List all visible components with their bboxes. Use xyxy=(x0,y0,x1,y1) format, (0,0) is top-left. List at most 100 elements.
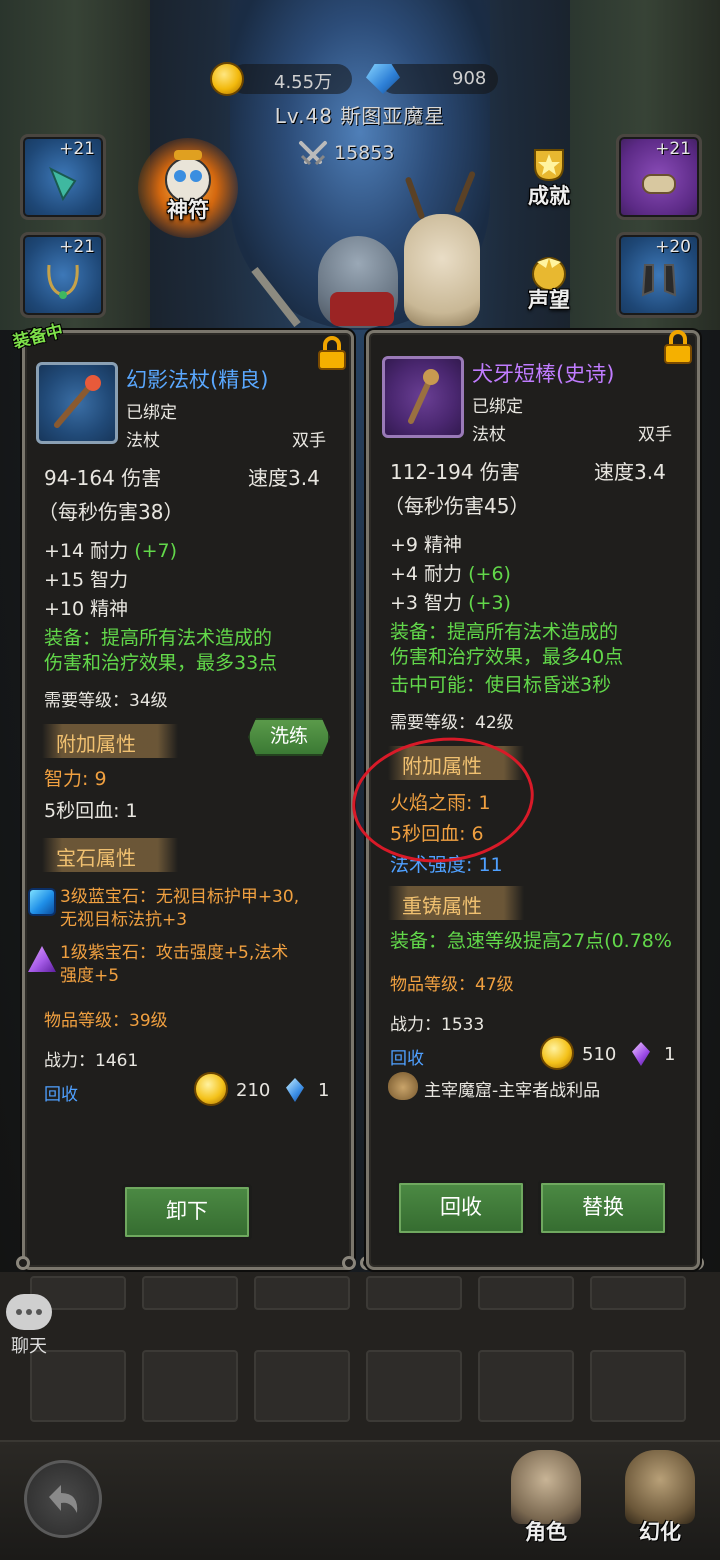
required-level: 需要等级：42级 xyxy=(390,713,514,733)
inventory-cell[interactable] xyxy=(478,1276,574,1310)
recycle-link[interactable]: 回收 xyxy=(390,1044,424,1069)
equip-effect-line: 伤害和治疗效果，最多40点 xyxy=(390,646,624,668)
illusion-icon xyxy=(625,1450,695,1524)
nav-character-label: 角色 xyxy=(525,1520,567,1544)
achievements-button[interactable]: 成就 xyxy=(514,144,584,210)
club-item-icon xyxy=(382,356,464,438)
item-power: 战力：1533 xyxy=(390,1015,485,1035)
lock-icon[interactable] xyxy=(664,330,692,364)
panel-corner xyxy=(16,1256,30,1270)
chat-button[interactable]: 聊天 xyxy=(4,1294,54,1364)
recycle-button[interactable]: 回收 xyxy=(396,1180,526,1236)
stat-spirit: +9 精神 xyxy=(390,534,463,556)
equip-slot-boots[interactable]: +20 xyxy=(616,232,702,318)
equip-slot-weapon[interactable]: +21 xyxy=(616,134,702,220)
nav-illusion-label: 幻化 xyxy=(639,1520,681,1544)
item-name: 犬牙短棒(史诗) xyxy=(472,362,615,386)
staff-icon xyxy=(54,375,101,428)
enhance-level: +21 xyxy=(59,237,95,257)
inventory-cell[interactable] xyxy=(478,1350,574,1422)
reroll-button[interactable]: 洗练 xyxy=(248,718,330,756)
gold-amount: 4.55万 xyxy=(274,72,333,93)
bound-status: 已绑定 xyxy=(472,397,523,417)
extra-attributes-header: 附加属性 xyxy=(42,724,178,758)
sell-gold: 510 xyxy=(582,1044,617,1065)
gold-coin-icon xyxy=(540,1036,574,1070)
equip-slot-neck-top[interactable]: +21 xyxy=(20,134,106,220)
gem-line: 强度+5 xyxy=(60,966,120,986)
item-level: 物品等级：47级 xyxy=(390,975,514,995)
item-source: 主宰魔窟-主宰者战利品 xyxy=(424,1081,601,1101)
sell-gold: 210 xyxy=(236,1080,271,1101)
stat-intellect: +3 智力 (+3) xyxy=(390,588,511,615)
damage-range: 94-164 伤害 xyxy=(44,466,162,490)
nav-illusion[interactable]: 幻化 xyxy=(610,1450,710,1554)
equip-slot-necklace[interactable]: +21 xyxy=(20,232,106,318)
replace-button[interactable]: 替换 xyxy=(538,1180,668,1236)
reforge-attr: 装备：急速等级提高27点(0.78% xyxy=(390,930,672,952)
stat-bonus: (+3) xyxy=(468,592,511,614)
enhance-level: +20 xyxy=(655,237,691,257)
gem-line: 无视目标法抗+3 xyxy=(60,910,188,930)
inventory-cell[interactable] xyxy=(366,1276,462,1310)
back-arrow-icon xyxy=(49,1485,78,1513)
power-display: 15853 xyxy=(298,140,428,168)
item-hand: 双手 xyxy=(638,425,672,445)
stat-bonus: (+7) xyxy=(134,540,178,562)
equip-effect-line: 伤害和治疗效果，最多33点 xyxy=(44,652,278,674)
gold-coin-icon xyxy=(210,62,244,96)
hero-mask xyxy=(330,292,394,326)
dps: （每秒伤害38） xyxy=(38,500,184,524)
inventory-cell[interactable] xyxy=(590,1276,686,1310)
back-button[interactable] xyxy=(24,1460,102,1538)
player-level-name: Lv.48 斯图亚魔星 xyxy=(274,104,446,128)
dps: （每秒伤害45） xyxy=(384,494,530,518)
extra-attr: 智力: 9 xyxy=(44,768,107,790)
power-value: 15853 xyxy=(334,142,395,164)
necklace-icon xyxy=(47,264,79,299)
panel-corner xyxy=(342,1256,356,1270)
chat-label: 聊天 xyxy=(11,1336,47,1357)
enhance-level: +21 xyxy=(59,139,95,159)
loot-bag-icon xyxy=(388,1072,418,1100)
reputation-button[interactable]: 声望 xyxy=(514,252,584,314)
crossed-swords-icon xyxy=(299,141,327,166)
rune-button[interactable]: 神符 xyxy=(148,146,228,224)
stat-intellect: +15 智力 xyxy=(44,569,129,591)
sell-gem: 1 xyxy=(318,1080,330,1101)
unequip-button[interactable]: 卸下 xyxy=(122,1184,252,1240)
recycle-link[interactable]: 回收 xyxy=(44,1080,78,1105)
gem-line: 3级蓝宝石：无视目标护甲+30, xyxy=(60,887,300,907)
blue-gem-icon xyxy=(28,888,56,916)
inventory-cell[interactable] xyxy=(590,1350,686,1422)
nav-character[interactable]: 角色 xyxy=(496,1450,596,1554)
sell-gem: 1 xyxy=(664,1044,676,1065)
item-type: 法杖 xyxy=(126,431,160,451)
stat-text: +14 耐力 xyxy=(44,540,129,562)
attack-speed: 速度3.4 xyxy=(594,460,666,484)
stat-bonus: (+6) xyxy=(468,563,511,585)
inventory-cell[interactable] xyxy=(254,1350,350,1422)
deer-pet xyxy=(404,214,480,326)
item-type: 法杖 xyxy=(472,425,506,445)
staff-item-icon xyxy=(36,362,118,444)
inventory-cell[interactable] xyxy=(366,1350,462,1422)
inventory-cell[interactable] xyxy=(142,1276,238,1310)
extra-attr: 5秒回血: 1 xyxy=(44,800,138,822)
inventory-cell[interactable] xyxy=(142,1350,238,1422)
gold-coin-icon xyxy=(194,1072,228,1106)
item-name: 幻影法杖(精良) xyxy=(126,368,269,392)
lock-icon[interactable] xyxy=(318,336,346,370)
equip-effect-line: 击中可能：使目标昏迷3秒 xyxy=(390,674,612,696)
equip-effect-line: 装备：提高所有法术造成的 xyxy=(390,621,619,643)
club-icon xyxy=(408,369,439,424)
stat-text: +4 耐力 xyxy=(390,563,463,585)
item-level: 物品等级：39级 xyxy=(44,1011,168,1031)
inventory-cell[interactable] xyxy=(254,1276,350,1310)
attack-speed: 速度3.4 xyxy=(248,466,320,490)
stat-spirit: +10 精神 xyxy=(44,598,129,620)
required-level: 需要等级：34级 xyxy=(44,691,168,711)
equip-effect-line: 装备：提高所有法术造成的 xyxy=(44,627,273,649)
item-power: 战力：1461 xyxy=(44,1051,139,1071)
stat-stamina: +4 耐力 (+6) xyxy=(390,559,511,586)
